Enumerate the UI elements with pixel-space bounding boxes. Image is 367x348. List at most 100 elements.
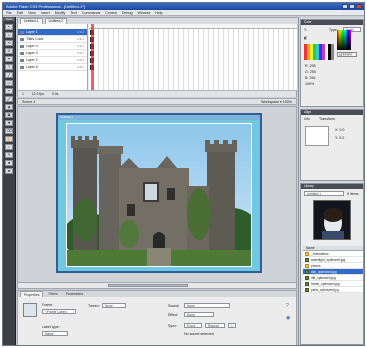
playhead[interactable] [91, 24, 94, 90]
tween-select[interactable]: None [102, 303, 126, 308]
menu-text[interactable]: Text [70, 10, 77, 15]
menu-edit[interactable]: Edit [17, 10, 23, 15]
stroke-color[interactable]: ✎ [5, 152, 13, 158]
sync-select[interactable]: Event [184, 323, 202, 328]
menu-window[interactable]: Window [137, 10, 150, 15]
label-type-label: Label type: [42, 325, 60, 329]
menu-control[interactable]: Control [105, 10, 117, 15]
tab-filters[interactable]: Filters [45, 291, 60, 297]
library-panel-title[interactable]: Library [301, 184, 363, 189]
green-value[interactable]: G: 255 [305, 70, 316, 74]
stage[interactable]: Untitled-1 [56, 113, 262, 273]
expand-icon[interactable]: ◉ [286, 315, 290, 321]
color-spectrum[interactable] [337, 30, 351, 50]
close-button[interactable] [356, 4, 362, 9]
fill-color[interactable]: ■ [5, 160, 13, 166]
repeat-count-input[interactable]: 1 [228, 323, 236, 328]
folder-icon [305, 252, 309, 256]
line-tool[interactable]: ╱ [5, 72, 13, 78]
frame-ruler[interactable] [89, 24, 297, 29]
frame-label-input[interactable]: <Frame Label> [42, 309, 76, 314]
layer-name: Layer 6 [26, 65, 38, 69]
pencil-tool[interactable]: ✏ [5, 88, 13, 94]
hand-tool[interactable]: ✋ [5, 136, 13, 142]
current-frame: 1 [22, 92, 24, 96]
layer-row[interactable]: Layer 3 • • □ [18, 50, 87, 57]
align-panel-title[interactable]: Align [301, 110, 363, 115]
swap-colors[interactable]: ⇄ [5, 168, 13, 174]
x-coordinate: X: 0.0 [335, 128, 345, 132]
paint-bucket-tool[interactable]: ▣ [5, 112, 13, 118]
menu-file[interactable]: File [6, 10, 12, 15]
workspace-menu[interactable]: Workspace ▾ [261, 100, 282, 104]
subselection-tool[interactable]: ▹ [5, 32, 13, 38]
layer-visibility-icon[interactable]: • • □ [77, 50, 84, 57]
layer-row[interactable]: Layer 2 • • □ [18, 57, 87, 64]
library-list: Name _Animations waterlight_optimized.jp… [303, 246, 363, 293]
layer-visibility-icon[interactable]: • • □ [77, 43, 84, 50]
castle-photo[interactable] [66, 123, 252, 267]
menu-commands[interactable]: Commands [82, 10, 100, 15]
lasso-tool[interactable]: ʘ [5, 48, 13, 54]
info-tab[interactable]: Info [304, 117, 310, 121]
menu-view[interactable]: View [28, 10, 36, 15]
tab-properties[interactable]: Properties [20, 291, 44, 297]
layer-visibility-icon[interactable]: • • □ [77, 36, 84, 43]
text-tool[interactable]: T [5, 64, 13, 70]
sound-select[interactable]: None [184, 303, 230, 308]
alpha-value[interactable]: 100% [305, 82, 314, 86]
layer-row[interactable]: Titles Color • • □ [18, 36, 87, 43]
ink-bottle-tool[interactable]: ◉ [5, 104, 13, 110]
swatch-grid[interactable] [304, 44, 334, 60]
no-sound-text: No sound selected [184, 332, 214, 336]
align-panel: Align Info Transform X: 0.0 Y: 0.0 [300, 109, 364, 181]
transform-tab[interactable]: Transform [319, 117, 335, 121]
layer-row[interactable]: Layer 4 • • □ [18, 43, 87, 50]
zoom-tool[interactable]: ⌕ [5, 144, 13, 150]
eraser-tool[interactable]: ⌫ [5, 128, 13, 134]
bitmap-icon [305, 258, 309, 262]
layer-icon [20, 59, 24, 62]
selection-tool[interactable]: ↖ [5, 24, 13, 30]
eyedropper-tool[interactable]: ✚ [5, 120, 13, 126]
preview-thumbnail [314, 201, 350, 239]
folder-icon [305, 264, 309, 268]
window-controls [342, 4, 362, 9]
scrollbar-thumb[interactable] [108, 284, 188, 287]
menu-help[interactable]: Help [155, 10, 162, 15]
zoom-select[interactable]: 100% [283, 100, 292, 104]
pen-tool[interactable]: ✒ [5, 56, 13, 62]
layer-visibility-icon[interactable]: • • □ [77, 64, 84, 71]
layer-visibility-icon[interactable]: • • □ [77, 29, 84, 36]
frame-grid[interactable] [89, 24, 297, 90]
layer-row[interactable]: Layer 6 • • □ [18, 64, 87, 71]
maximize-button[interactable] [349, 4, 355, 9]
menu-insert[interactable]: Insert [41, 10, 50, 15]
scene-label[interactable]: Scene 1 [22, 100, 35, 104]
color-panel-title[interactable]: Color [301, 20, 363, 25]
minimize-button[interactable] [342, 4, 348, 9]
layer-icon [20, 31, 24, 34]
effect-select[interactable]: None [184, 312, 214, 317]
rectangle-tool[interactable]: ▭ [5, 80, 13, 86]
bitmap-icon [305, 282, 309, 286]
layer-row[interactable]: Layer 1 • • □ [18, 29, 87, 36]
tab-parameters[interactable]: Parameters [63, 291, 87, 297]
brush-tool[interactable]: 🖌 [5, 96, 13, 102]
bitmap-icon [305, 276, 309, 280]
fill-color-icon[interactable]: ◧ [304, 36, 307, 40]
hex-input[interactable]: #FFFFFF [337, 52, 357, 57]
repeat-select[interactable]: Repeat [205, 323, 225, 328]
layer-visibility-icon[interactable]: • • □ [77, 57, 84, 64]
free-transform-tool[interactable]: ⟲ [5, 40, 13, 46]
help-icon[interactable]: ? [286, 303, 289, 309]
label-type-select[interactable]: Name [42, 331, 68, 336]
library-item[interactable]: parts_optimized.jpg [303, 287, 363, 293]
stroke-color-icon[interactable]: ✎ [304, 28, 307, 32]
menu-debug[interactable]: Debug [122, 10, 133, 15]
stage-horizontal-scrollbar[interactable] [18, 282, 296, 288]
blue-value[interactable]: B: 255 [305, 76, 315, 80]
red-value[interactable]: R: 255 [305, 64, 316, 68]
library-document-select[interactable]: Untitled-1 [304, 191, 344, 196]
menu-modify[interactable]: Modify [55, 10, 66, 15]
